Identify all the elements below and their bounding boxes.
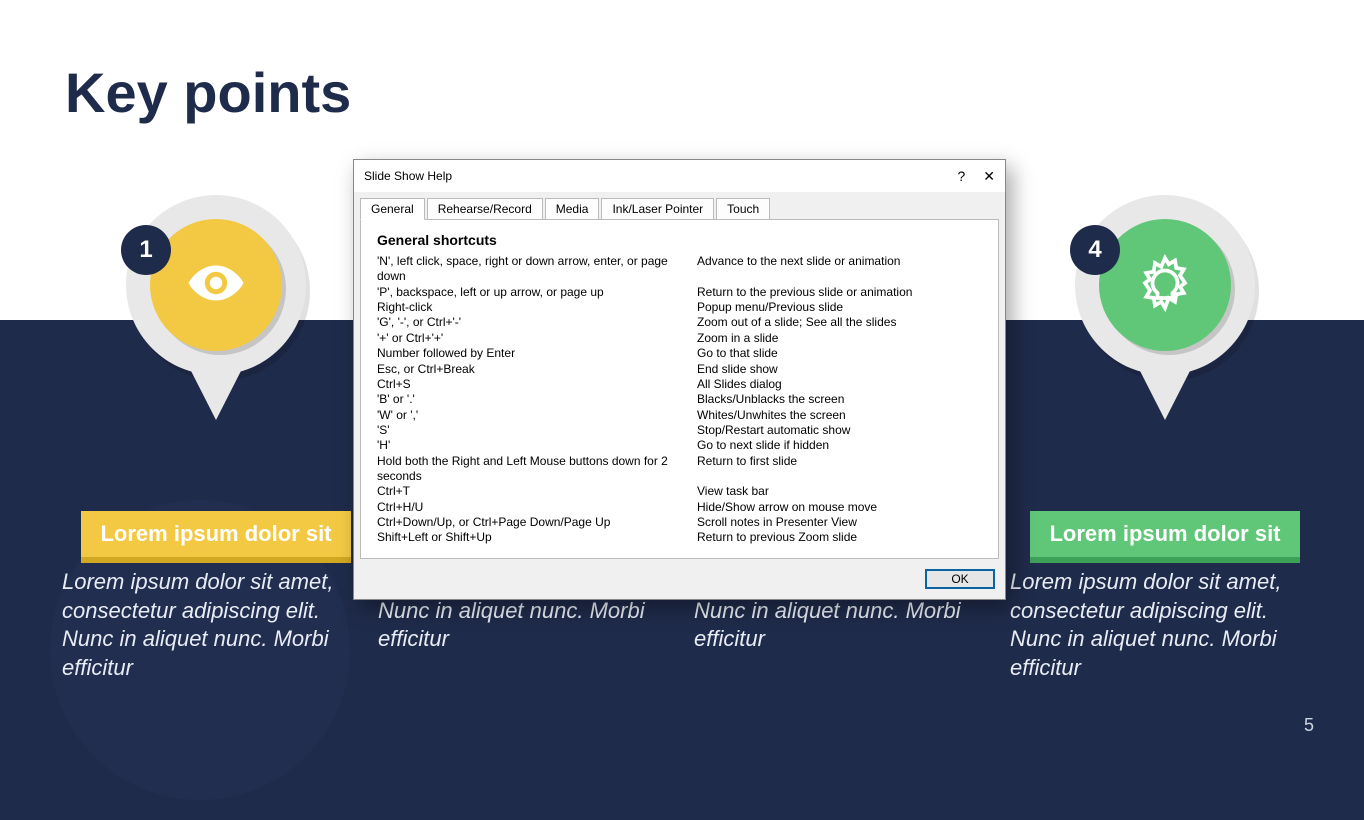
shortcut-row: '+' or Ctrl+'+'Zoom in a slide	[377, 331, 982, 346]
eye-icon	[186, 253, 246, 318]
shortcut-row: Ctrl+Down/Up, or Ctrl+Page Down/Page UpS…	[377, 515, 982, 530]
shortcut-key: Ctrl+T	[377, 484, 697, 499]
shortcut-description: Popup menu/Previous slide	[697, 300, 982, 315]
shortcut-key: 'G', '-', or Ctrl+'-'	[377, 315, 697, 330]
pin-marker: 1	[126, 195, 306, 425]
shortcut-row: Right-clickPopup menu/Previous slide	[377, 300, 982, 315]
pin-inner-circle	[1099, 219, 1231, 351]
shortcut-key: Ctrl+H/U	[377, 500, 697, 515]
shortcut-row: 'H'Go to next slide if hidden	[377, 438, 982, 453]
shortcut-key: 'P', backspace, left or up arrow, or pag…	[377, 285, 697, 300]
shortcut-description: Scroll notes in Presenter View	[697, 515, 982, 530]
dialog-body: General shortcuts 'N', left click, space…	[360, 219, 999, 559]
dialog-tabs: General Rehearse/Record Media Ink/Laser …	[354, 192, 1005, 220]
shortcut-row: Number followed by EnterGo to that slide	[377, 346, 982, 361]
help-icon[interactable]: ?	[957, 168, 965, 184]
shortcut-description: Zoom out of a slide; See all the slides	[697, 315, 982, 330]
shortcut-key: Esc, or Ctrl+Break	[377, 362, 697, 377]
shortcut-row: Ctrl+H/UHide/Show arrow on mouse move	[377, 500, 982, 515]
tab-media[interactable]: Media	[545, 198, 600, 220]
page-number: 5	[1304, 715, 1314, 736]
key-point-label: Lorem ipsum dolor sit	[81, 511, 351, 557]
shortcut-row: 'G', '-', or Ctrl+'-'Zoom out of a slide…	[377, 315, 982, 330]
key-point-body: Lorem ipsum dolor sit amet, consectetur …	[62, 568, 352, 682]
shortcut-description: End slide show	[697, 362, 982, 377]
shortcut-description: Stop/Restart automatic show	[697, 423, 982, 438]
gear-lightbulb-icon	[1135, 253, 1195, 318]
shortcut-description: Zoom in a slide	[697, 331, 982, 346]
dialog-titlebar[interactable]: Slide Show Help ? ✕	[354, 160, 1005, 192]
shortcut-row: 'S'Stop/Restart automatic show	[377, 423, 982, 438]
shortcut-key: Ctrl+S	[377, 377, 697, 392]
tab-touch[interactable]: Touch	[716, 198, 770, 220]
shortcut-description: Go to next slide if hidden	[697, 438, 982, 453]
shortcut-description: Hide/Show arrow on mouse move	[697, 500, 982, 515]
shortcuts-list: 'N', left click, space, right or down ar…	[377, 254, 982, 546]
shortcut-key: 'N', left click, space, right or down ar…	[377, 254, 697, 285]
shortcut-key: Shift+Left or Shift+Up	[377, 530, 697, 545]
shortcut-key: 'H'	[377, 438, 697, 453]
slideshow-help-dialog: Slide Show Help ? ✕ General Rehearse/Rec…	[353, 159, 1006, 600]
shortcut-row: Ctrl+SAll Slides dialog	[377, 377, 982, 392]
tab-ink-laser-pointer[interactable]: Ink/Laser Pointer	[601, 198, 714, 220]
shortcut-key: 'W' or ','	[377, 408, 697, 423]
shortcut-row: Ctrl+TView task bar	[377, 484, 982, 499]
shortcut-description: Whites/Unwhites the screen	[697, 408, 982, 423]
ok-button[interactable]: OK	[925, 569, 995, 589]
shortcut-row: Shift+Left or Shift+UpReturn to previous…	[377, 530, 982, 545]
shortcut-row: Hold both the Right and Left Mouse butto…	[377, 454, 982, 485]
dialog-footer: OK	[354, 565, 1005, 599]
shortcut-row: Esc, or Ctrl+BreakEnd slide show	[377, 362, 982, 377]
shortcut-key: 'B' or '.'	[377, 392, 697, 407]
dialog-window-controls: ? ✕	[957, 168, 995, 185]
shortcut-description: Return to previous Zoom slide	[697, 530, 982, 545]
shortcut-key: Hold both the Right and Left Mouse butto…	[377, 454, 697, 485]
badge-number: 1	[121, 225, 171, 275]
shortcut-key: Right-click	[377, 300, 697, 315]
slide-title: Key points	[65, 60, 351, 125]
shortcut-key: Ctrl+Down/Up, or Ctrl+Page Down/Page Up	[377, 515, 697, 530]
shortcut-key: 'S'	[377, 423, 697, 438]
key-point-body: Lorem ipsum dolor sit amet, consectetur …	[1010, 568, 1300, 682]
shortcut-key: '+' or Ctrl+'+'	[377, 331, 697, 346]
shortcut-description: Go to that slide	[697, 346, 982, 361]
shortcut-description: Advance to the next slide or animation	[697, 254, 982, 285]
badge-number: 4	[1070, 225, 1120, 275]
shortcut-key: Number followed by Enter	[377, 346, 697, 361]
shortcut-row: 'P', backspace, left or up arrow, or pag…	[377, 285, 982, 300]
shortcut-description: Return to the previous slide or animatio…	[697, 285, 982, 300]
close-icon[interactable]: ✕	[983, 168, 995, 185]
shortcut-description: All Slides dialog	[697, 377, 982, 392]
tab-rehearse-record[interactable]: Rehearse/Record	[427, 198, 543, 220]
shortcut-description: View task bar	[697, 484, 982, 499]
key-point-4: 4 Lorem ipsum dolor sit	[1020, 195, 1310, 557]
section-heading: General shortcuts	[377, 232, 982, 248]
pin-inner-circle	[150, 219, 282, 351]
tab-general[interactable]: General	[360, 198, 425, 220]
shortcut-description: Return to first slide	[697, 454, 982, 485]
shortcut-description: Blacks/Unblacks the screen	[697, 392, 982, 407]
dialog-title: Slide Show Help	[364, 169, 452, 183]
key-point-label: Lorem ipsum dolor sit	[1030, 511, 1300, 557]
pin-marker: 4	[1075, 195, 1255, 425]
key-point-1: 1 Lorem ipsum dolor sit	[71, 195, 361, 557]
shortcut-row: 'N', left click, space, right or down ar…	[377, 254, 982, 285]
shortcut-row: 'W' or ','Whites/Unwhites the screen	[377, 408, 982, 423]
shortcut-row: 'B' or '.'Blacks/Unblacks the screen	[377, 392, 982, 407]
